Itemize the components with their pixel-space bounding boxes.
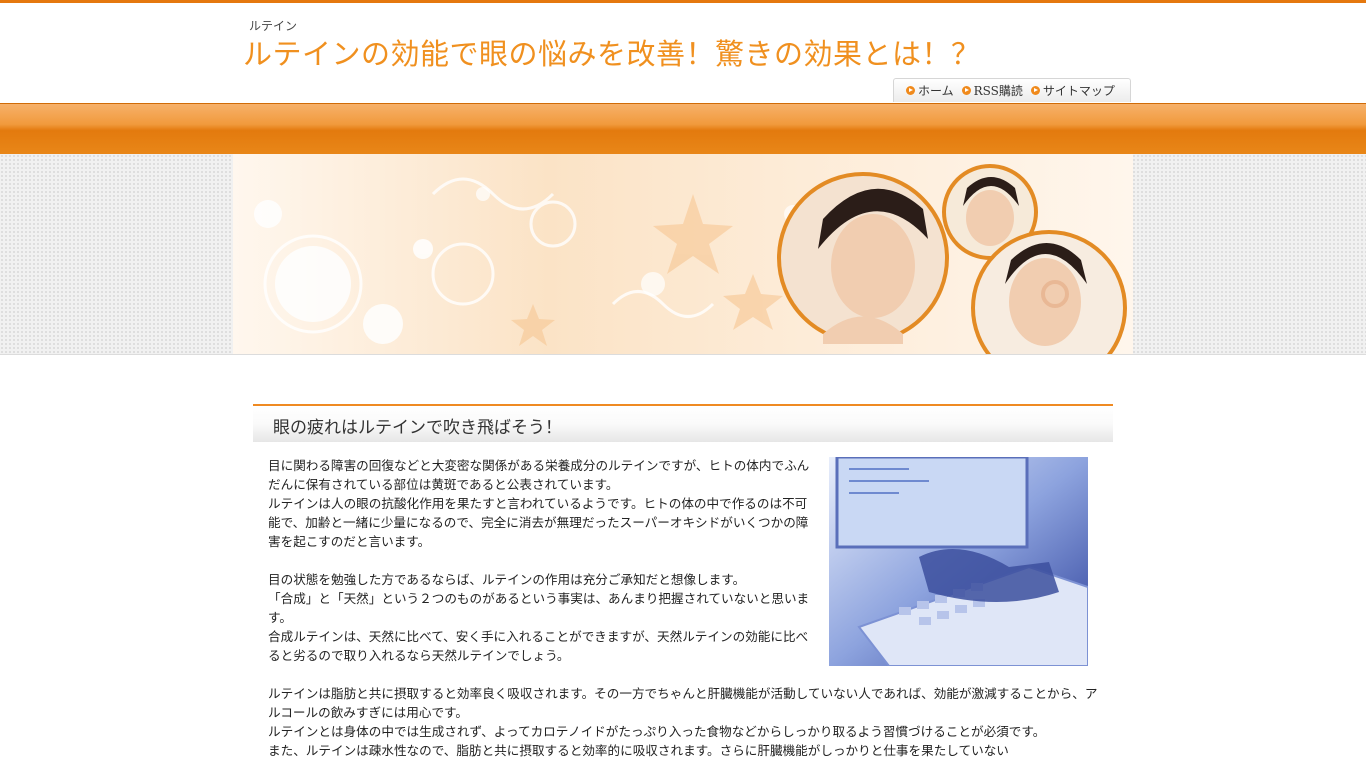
arrow-bullet-icon: [1030, 86, 1040, 95]
site-title[interactable]: ルテインの効能で眼の悩みを改善！驚きの効果とは！？: [243, 31, 981, 73]
paragraph: 目の状態を勉強した方であるならば、ルテインの作用は充分ご承知だと想像します。: [268, 572, 746, 587]
paragraph: 目に関わる障害の回復などと大変密な関係がある栄養成分のルテインですが、ヒトの体内…: [268, 458, 810, 492]
paragraph: 「合成」と「天然」という２つのものがあるという事実は、あんまり把握されていないと…: [268, 591, 810, 625]
article-text-upper: 目に関わる障害の回復などと大変密な関係がある栄養成分のルテインですが、ヒトの体内…: [268, 456, 816, 665]
main-content: 眼の疲れはルテインで吹き飛ばそう！ 目に関わる障害の回復などと大変密な関係がある…: [253, 404, 1113, 758]
site-header: ルテイン ルテインの効能で眼の悩みを改善！驚きの効果とは！？ ホーム RSS購読…: [0, 3, 1366, 103]
nav-item-home[interactable]: ホーム: [906, 82, 954, 99]
nav-label: RSS購読: [973, 84, 1023, 98]
nav-label: ホーム: [918, 84, 954, 98]
portrait-frames: [777, 164, 1127, 354]
nav-label: サイトマップ: [1042, 84, 1115, 98]
section-header: 眼の疲れはルテインで吹き飛ばそう！: [253, 404, 1113, 442]
article-text-lower: ルテインは脂肪と共に摂取すると効率良く吸収されます。その一方でちゃんと肝臓機能が…: [268, 684, 1098, 760]
arrow-bullet-icon: [906, 86, 915, 95]
section-title: 眼の疲れはルテインで吹き飛ばそう！: [273, 418, 562, 438]
header-banner-image: [233, 154, 1133, 354]
paragraph: また、ルテインは疎水性なので、脂肪と共に摂取すると効率的に吸収されます。さらに肝…: [268, 743, 1009, 758]
paragraph: ルテインとは身体の中では生成されず、よってカロテノイドがたっぷり入った食物などか…: [268, 724, 1046, 739]
arrow-bullet-icon: [961, 86, 971, 95]
keyboard-photo: [829, 457, 1088, 666]
paragraph: 合成ルテインは、天然に比べて、安く手に入れることができますが、天然ルテインの効能…: [268, 629, 809, 663]
keyboard-typing-image: [829, 457, 1088, 666]
nav-item-sitemap[interactable]: サイトマップ: [1030, 82, 1115, 99]
top-nav: ホーム RSS購読 サイトマップ: [893, 78, 1131, 102]
paragraph: ルテインは脂肪と共に摂取すると効率良く吸収されます。その一方でちゃんと肝臓機能が…: [268, 686, 1098, 720]
paragraph: ルテインは人の眼の抗酸化作用を果たすと言われているようです。ヒトの体の中で作るの…: [268, 496, 809, 549]
nav-item-rss[interactable]: RSS購読: [961, 82, 1023, 99]
banner-illustration: [254, 164, 1127, 354]
orange-nav-band: [0, 103, 1366, 155]
